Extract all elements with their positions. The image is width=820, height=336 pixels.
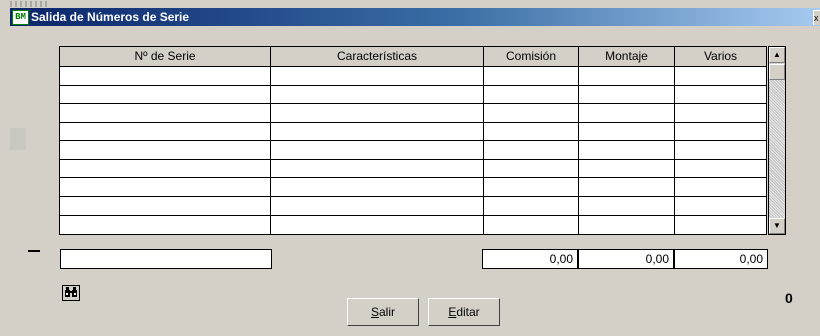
column-header-varios[interactable]: Varios (675, 47, 766, 66)
top-strip (0, 0, 820, 8)
binoculars-icon[interactable] (62, 285, 80, 301)
salir-label: alir (379, 305, 396, 319)
toolbar-remnant (10, 1, 50, 7)
comision-total-field[interactable]: 0,00 (482, 249, 578, 269)
salir-mnemonic: S (370, 305, 379, 319)
column-divider (674, 66, 675, 234)
editar-label: ditar (456, 305, 480, 319)
salir-button[interactable]: Salir (347, 298, 419, 326)
row-divider (60, 159, 766, 160)
row-divider (60, 140, 766, 141)
current-row-indicator (28, 250, 40, 252)
column-header-serie[interactable]: Nº de Serie (60, 47, 271, 66)
column-header-montaje[interactable]: Montaje (579, 47, 675, 66)
title-bar: BM Salida de Números de Serie x (10, 8, 820, 26)
window-title: Salida de Números de Serie (31, 10, 190, 24)
close-button[interactable]: x (813, 10, 820, 25)
row-divider (60, 122, 766, 123)
app-icon: BM (12, 10, 29, 25)
montaje-total-field[interactable]: 0,00 (578, 249, 674, 269)
scroll-down-button[interactable]: ▼ (769, 218, 785, 234)
column-divider (270, 66, 271, 234)
scroll-up-button[interactable]: ▲ (769, 47, 785, 63)
row-divider (60, 177, 766, 178)
row-divider (60, 85, 766, 86)
grid-scrollbar[interactable]: ▲ ▼ (768, 46, 786, 235)
record-marker (10, 128, 26, 150)
row-divider (60, 103, 766, 104)
serie-total-field[interactable] (60, 249, 272, 269)
column-header-comision[interactable]: Comisión (484, 47, 579, 66)
record-count: 0 (785, 290, 793, 306)
editar-button[interactable]: Editar (428, 298, 500, 326)
column-header-caracteristicas[interactable]: Características (271, 47, 484, 66)
scroll-thumb[interactable] (769, 64, 785, 80)
row-divider (60, 196, 766, 197)
binoculars-icon-glyph (65, 287, 77, 297)
column-divider (578, 66, 579, 234)
column-divider (483, 66, 484, 234)
serial-grid[interactable]: Nº de Serie Características Comisión Mon… (59, 46, 767, 235)
grid-header: Nº de Serie Características Comisión Mon… (60, 47, 766, 67)
row-divider (60, 215, 766, 216)
varios-total-field[interactable]: 0,00 (674, 249, 768, 269)
